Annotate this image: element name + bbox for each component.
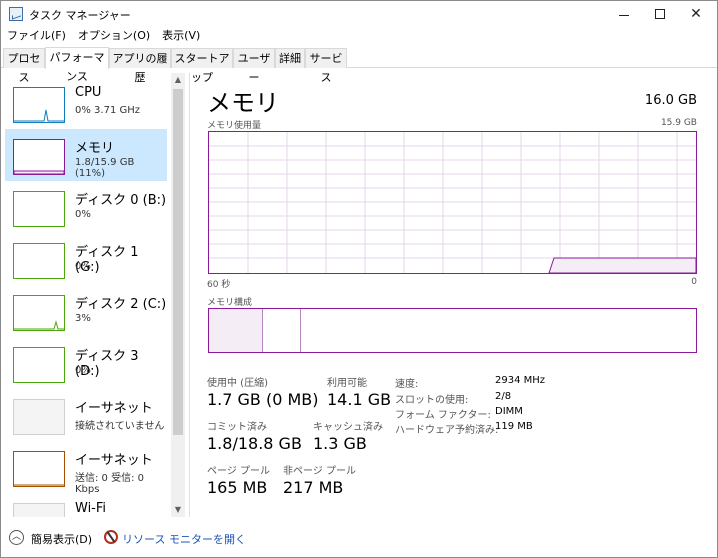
sidebar-item-title: イーサネット xyxy=(75,453,153,468)
menu-view[interactable]: 表示(V) xyxy=(156,27,206,45)
memory-composition-bar xyxy=(208,308,697,353)
available-value: 14.1 GB xyxy=(327,390,392,409)
open-resource-monitor-link[interactable]: リソース モニターを開く xyxy=(122,531,246,547)
committed-value: 1.8/18.8 GB xyxy=(207,434,302,453)
disk-thumbnail-graph xyxy=(13,295,65,331)
sidebar-item-subtitle: 0% xyxy=(75,261,91,272)
resource-sidebar: CPU 0% 3.71 GHz メモリ 1.8/15.9 GB (11%) ディ… xyxy=(1,73,185,517)
title-bar: タスク マネージャー ✕ xyxy=(1,1,717,27)
cpu-thumbnail-graph xyxy=(13,87,65,123)
hardware-reserved-label: ハードウェア予約済み: xyxy=(395,425,499,436)
cached-value: 1.3 GB xyxy=(313,434,367,453)
window-title: タスク マネージャー xyxy=(29,9,131,22)
paged-pool-label: ページ プール xyxy=(207,466,270,477)
tab-bar: プロセス パフォーマンス アプリの履歴 スタートアップ ユーザー 詳細 サービス xyxy=(1,47,717,84)
chevron-up-icon[interactable]: ︿ xyxy=(9,530,24,545)
disk-thumbnail-graph xyxy=(13,347,65,383)
sidebar-item-wifi[interactable]: Wi-Fi xyxy=(5,493,167,517)
sidebar-item-disk-1[interactable]: ディスク 1 (G:) 0% xyxy=(5,233,167,285)
composition-in-use-segment xyxy=(209,309,263,352)
disk-thumbnail-graph xyxy=(13,191,65,227)
form-factor-value: DIMM xyxy=(495,406,523,417)
graph-axis-left-label: 60 秒 xyxy=(207,280,231,290)
pane-divider[interactable] xyxy=(189,73,190,517)
sidebar-item-title: メモリ xyxy=(75,141,115,156)
memory-usage-graph xyxy=(208,131,697,274)
memory-thumbnail-graph xyxy=(13,139,65,175)
sidebar-item-title: Wi-Fi xyxy=(75,501,107,516)
ethernet-thumbnail-graph xyxy=(13,451,65,487)
form-factor-label: フォーム ファクター: xyxy=(395,410,491,421)
sidebar-scrollbar[interactable]: ▲ ▼ xyxy=(171,73,185,517)
resource-monitor-icon[interactable] xyxy=(104,530,118,544)
sidebar-item-subtitle: 送信: 0 受信: 0 Kbps xyxy=(75,473,144,495)
sidebar-item-ethernet[interactable]: イーサネット 送信: 0 受信: 0 Kbps xyxy=(5,441,167,495)
usage-graph-label: メモリ使用量 xyxy=(207,121,262,131)
sidebar-item-subtitle: 1.8/15.9 GB (11%) xyxy=(75,157,135,179)
paged-pool-value: 165 MB xyxy=(207,478,268,497)
menu-bar: ファイル(F) オプション(O) 表示(V) xyxy=(1,27,206,45)
sidebar-item-subtitle: 0% 3.71 GHz xyxy=(75,105,141,116)
close-icon: ✕ xyxy=(690,6,702,22)
sidebar-item-disk-3[interactable]: ディスク 3 (D:) 0% xyxy=(5,337,167,389)
sidebar-item-subtitle: 0% xyxy=(75,209,91,220)
sidebar-item-subtitle: 3% xyxy=(75,313,91,324)
sidebar-item-title: CPU xyxy=(75,85,102,100)
memory-detail-pane: メモリ 16.0 GB メモリ使用量 15.9 GB 60 秒 0 メモリ構成 … xyxy=(191,73,717,517)
tab-startup[interactable]: スタートアップ xyxy=(171,48,233,84)
minimize-button[interactable] xyxy=(606,1,642,27)
usage-graph-max: 15.9 GB xyxy=(660,118,697,128)
close-button[interactable]: ✕ xyxy=(678,1,714,27)
sidebar-item-subtitle: 接続されていません xyxy=(75,421,165,432)
composition-label: メモリ構成 xyxy=(207,298,253,308)
sidebar-item-memory[interactable]: メモリ 1.8/15.9 GB (11%) xyxy=(5,129,167,181)
sidebar-item-disk-0[interactable]: ディスク 0 (B:) 0% xyxy=(5,181,167,233)
scroll-down-arrow-icon[interactable]: ▼ xyxy=(171,503,185,517)
sidebar-item-title: ディスク 0 (B:) xyxy=(75,193,167,208)
speed-label: 速度: xyxy=(395,379,419,390)
speed-value: 2934 MHz xyxy=(495,375,546,386)
nonpaged-pool-label: 非ページ プール xyxy=(283,466,356,477)
minimize-icon xyxy=(619,14,629,16)
menu-file[interactable]: ファイル(F) xyxy=(1,27,72,45)
maximize-icon xyxy=(655,9,665,19)
task-manager-window: タスク マネージャー ✕ ファイル(F) オプション(O) 表示(V) プロセス… xyxy=(0,0,718,558)
fewer-details-link[interactable]: 簡易表示(D) xyxy=(31,531,92,547)
composition-modified-segment xyxy=(263,309,301,352)
footer-bar: ︿ 簡易表示(D) リソース モニターを開く xyxy=(1,523,717,557)
available-label: 利用可能 xyxy=(327,378,367,389)
tab-app-history[interactable]: アプリの履歴 xyxy=(109,48,171,84)
tab-processes[interactable]: プロセス xyxy=(3,48,45,84)
nonpaged-pool-value: 217 MB xyxy=(283,478,344,497)
task-manager-icon xyxy=(9,7,23,21)
sidebar-item-subtitle: 0% xyxy=(75,365,91,376)
cached-label: キャッシュ済み xyxy=(313,422,383,433)
tab-services[interactable]: サービス xyxy=(305,48,347,84)
tab-details[interactable]: 詳細 xyxy=(275,48,305,68)
maximize-button[interactable] xyxy=(642,1,678,27)
tab-performance[interactable]: パフォーマンス xyxy=(45,47,109,83)
slots-used-value: 2/8 xyxy=(495,391,512,402)
committed-label: コミット済み xyxy=(207,422,267,433)
sidebar-item-title: ディスク 2 (C:) xyxy=(75,297,167,312)
tab-users[interactable]: ユーザー xyxy=(233,48,275,84)
page-title: メモリ xyxy=(207,89,279,117)
wifi-thumbnail-graph xyxy=(13,503,65,517)
scroll-up-arrow-icon[interactable]: ▲ xyxy=(171,73,185,87)
hardware-reserved-value: 119 MB xyxy=(495,421,533,432)
disk-thumbnail-graph xyxy=(13,243,65,279)
in-use-value: 1.7 GB (0 MB) xyxy=(207,390,319,409)
ethernet-thumbnail-graph xyxy=(13,399,65,435)
sidebar-item-title: イーサネット xyxy=(75,401,153,416)
slots-used-label: スロットの使用: xyxy=(395,395,469,406)
menu-options[interactable]: オプション(O) xyxy=(72,27,156,45)
scroll-thumb[interactable] xyxy=(173,89,183,435)
in-use-label: 使用中 (圧縮) xyxy=(207,378,268,389)
graph-axis-right-label: 0 xyxy=(691,277,697,287)
total-memory: 16.0 GB xyxy=(644,93,697,108)
sidebar-item-ethernet-disconnected[interactable]: イーサネット 接続されていません xyxy=(5,389,167,441)
sidebar-item-disk-2[interactable]: ディスク 2 (C:) 3% xyxy=(5,285,167,337)
